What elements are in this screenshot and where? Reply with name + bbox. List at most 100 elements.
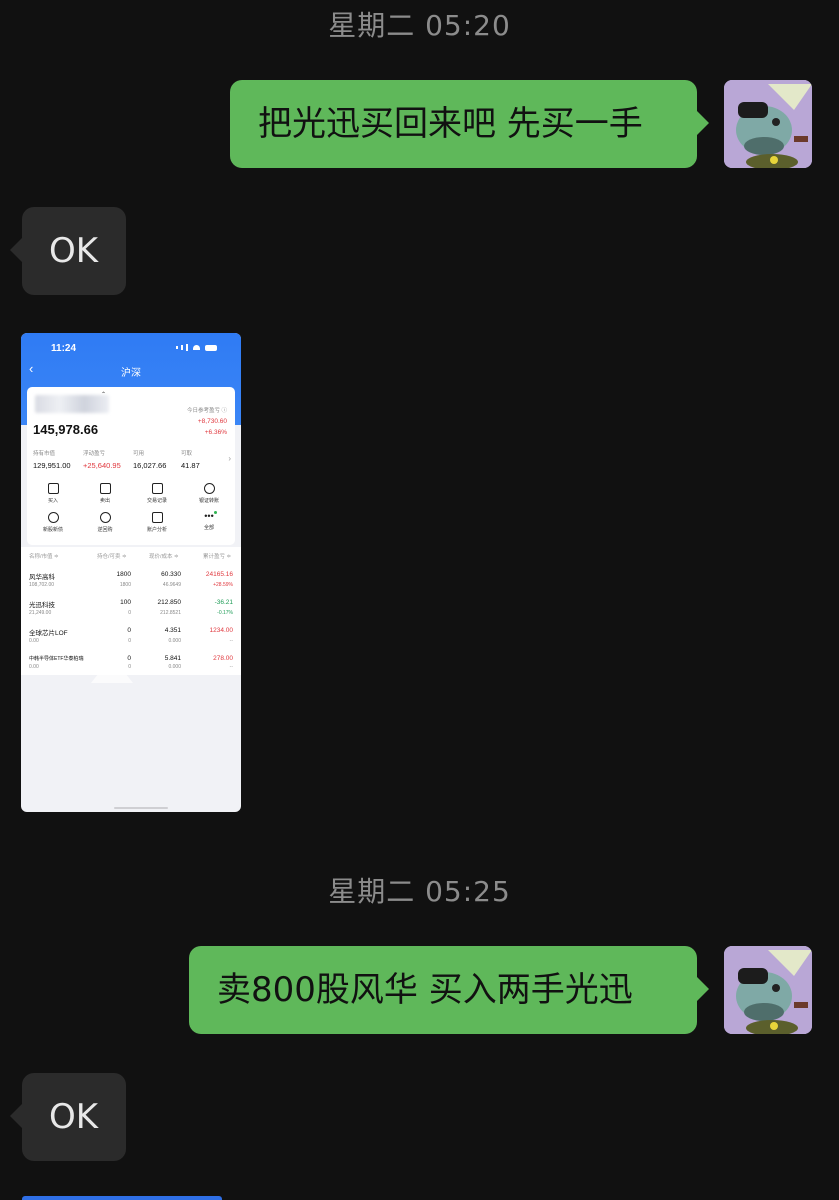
records-icon — [151, 483, 163, 494]
holding-qty: 1800 — [116, 571, 131, 578]
current-price: 60.330 — [161, 571, 181, 578]
user-avatar[interactable] — [724, 80, 812, 168]
all-functions-button[interactable]: ••• 全部 — [183, 512, 235, 533]
bank-transfer-button[interactable]: 银证转账 — [183, 483, 235, 504]
next-image-preview[interactable] — [22, 1196, 222, 1200]
column-header[interactable]: 名称/市值 ≑ — [29, 552, 59, 560]
shared-screenshot-image[interactable]: 11:24 ‹ 沪深 ⌃ 145,978.66 今日参考盈亏 ⓘ +8,730.… — [21, 333, 241, 812]
stat-label: 可取 — [181, 451, 193, 457]
buy-icon — [47, 483, 59, 494]
sell-button[interactable]: 卖出 — [79, 483, 131, 504]
today-pl-value: +8,730.60 — [197, 418, 227, 425]
message-text: OK — [49, 231, 99, 271]
stat-market-value: 持有市值 129,951.00 — [33, 449, 71, 470]
sellable-qty: 0 — [128, 664, 131, 670]
stock-name: 全球芯片LOF — [29, 630, 68, 637]
market-value: 0.00 — [29, 638, 39, 644]
account-summary-card: ⌃ 145,978.66 今日参考盈亏 ⓘ +8,730.60 +6.36% 持… — [27, 387, 235, 545]
trade-records-button[interactable]: 交易记录 — [131, 483, 183, 504]
chevron-right-icon[interactable]: › — [228, 454, 231, 463]
current-price: 4.351 — [164, 627, 181, 634]
market-value: 21,249.00 — [29, 610, 52, 616]
action-label: 银证转账 — [198, 498, 219, 504]
sellable-qty: 0 — [128, 638, 131, 644]
cumulative-pl: -36.21 — [214, 599, 233, 606]
pl-percent: -0.17% — [217, 610, 233, 616]
collapse-tab[interactable] — [91, 675, 133, 683]
message-text: 把光迅买回来吧 先买一手 — [258, 104, 643, 144]
outgoing-message-bubble[interactable]: 把光迅买回来吧 先买一手 — [230, 80, 709, 168]
table-row[interactable]: 风华高科 108,702.00 1800 1800 60.330 46.9649… — [21, 571, 241, 597]
wifi-icon — [193, 345, 200, 350]
stat-value: 129,951.00 — [33, 461, 71, 470]
action-label: 卖出 — [99, 498, 110, 504]
stat-value: +25,640.95 — [83, 461, 121, 470]
market-value: 108,702.00 — [29, 582, 55, 588]
status-icons — [176, 344, 217, 351]
action-row: 新股新债 逆回购 账户分析 ••• 全部 — [27, 512, 235, 534]
buy-button[interactable]: 买入 — [27, 483, 79, 504]
current-price: 5.841 — [164, 655, 181, 662]
incoming-message-bubble[interactable]: OK — [10, 1073, 126, 1161]
action-label: 买入 — [47, 498, 58, 504]
stat-value: 41.87 — [181, 461, 200, 470]
column-header[interactable]: 现价/成本 ≑ — [149, 552, 179, 560]
cost-price: 0.000 — [168, 664, 181, 670]
cost-price: 212.8521 — [160, 610, 181, 616]
avatar-image — [724, 946, 812, 1034]
transfer-icon — [203, 483, 215, 494]
sell-icon — [99, 483, 111, 494]
stock-name: 风华高科 — [29, 574, 55, 581]
market-value: 0.00 — [29, 664, 39, 670]
action-label: 全部 — [203, 525, 214, 531]
sellable-qty: 0 — [128, 610, 131, 616]
timestamp: 星期二 05:20 — [328, 9, 511, 42]
reverse-repo-button[interactable]: 逆回购 — [79, 512, 131, 533]
action-label: 新股新债 — [42, 527, 63, 533]
holding-qty: 0 — [127, 627, 131, 634]
stat-floating-pl: 浮动盈亏 +25,640.95 — [83, 449, 121, 470]
stat-label: 浮动盈亏 — [83, 451, 106, 457]
table-row[interactable]: 中韩半导体ETF华泰柏瑞 0.00 0 0 5.841 0.000 278.00… — [21, 655, 241, 675]
action-label: 逆回购 — [97, 527, 113, 533]
action-label: 交易记录 — [146, 498, 167, 504]
cost-price: 46.9649 — [162, 582, 181, 588]
nav-title: 沪深 — [121, 368, 141, 379]
timestamp: 星期二 05:25 — [328, 875, 511, 908]
signal-icon — [181, 345, 183, 350]
action-row: 买入 卖出 交易记录 银证转账 — [27, 483, 235, 504]
avatar-image — [724, 80, 812, 168]
action-label: 账户分析 — [146, 527, 167, 533]
pl-percent: -- — [229, 664, 233, 670]
outgoing-message-bubble[interactable]: 卖800股风华 买入两手光迅 — [189, 946, 709, 1034]
current-price: 212.850 — [157, 599, 182, 606]
home-indicator — [114, 807, 168, 809]
signal-icon — [176, 346, 178, 349]
cumulative-pl: 24165.16 — [205, 571, 233, 578]
repo-icon — [99, 512, 111, 523]
battery-icon — [205, 344, 217, 351]
cumulative-pl: 278.00 — [213, 655, 233, 662]
table-row[interactable]: 光迅科技 21,249.00 100 0 212.850 212.8521 -3… — [21, 599, 241, 625]
eye-icon[interactable]: ⌃ — [101, 391, 106, 398]
stat-available: 可用 16,027.66 — [133, 449, 166, 470]
column-header[interactable]: 累计盈亏 ≑ — [203, 552, 231, 560]
message-text: 卖800股风华 买入两手光迅 — [217, 970, 633, 1010]
user-avatar[interactable] — [724, 946, 812, 1034]
table-row[interactable]: 全球芯片LOF 0.00 0 0 4.351 0.000 1234.00 -- — [21, 627, 241, 653]
today-pl-label: 今日参考盈亏 ⓘ — [186, 408, 227, 414]
column-header[interactable]: 持仓/可卖 ≑ — [97, 552, 127, 560]
account-analysis-button[interactable]: 账户分析 — [131, 512, 183, 533]
cumulative-pl: 1234.00 — [209, 627, 234, 634]
stat-label: 持有市值 — [33, 451, 56, 457]
sellable-qty: 1800 — [119, 582, 131, 588]
holding-qty: 100 — [120, 599, 131, 606]
stat-withdrawable: 可取 41.87 — [181, 449, 200, 470]
ipo-button[interactable]: 新股新债 — [27, 512, 79, 533]
target-icon — [47, 512, 59, 523]
more-icon: ••• — [204, 511, 214, 521]
signal-icon — [186, 344, 188, 351]
holdings-table: 名称/市值 ≑ 持仓/可卖 ≑ 现价/成本 ≑ 累计盈亏 ≑ 风华高科 108,… — [21, 547, 241, 675]
incoming-message-bubble[interactable]: OK — [10, 207, 126, 295]
cost-price: 0.000 — [168, 638, 181, 644]
